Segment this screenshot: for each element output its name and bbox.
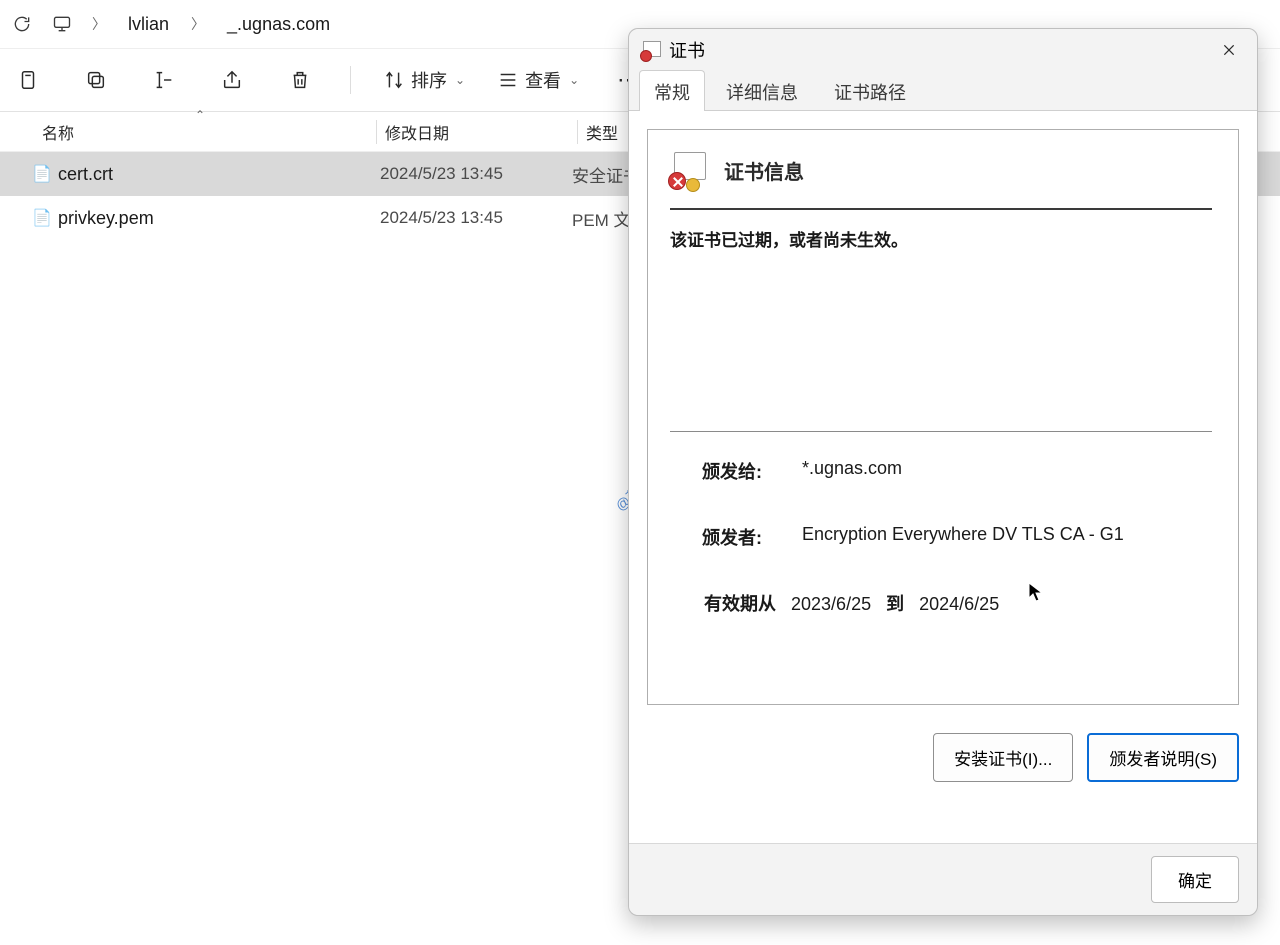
valid-from-label: 有效期从 <box>704 594 776 614</box>
valid-from-value: 2023/6/25 <box>791 594 871 614</box>
sort-label: 排序 <box>411 67 447 93</box>
breadcrumb-item-1[interactable]: lvlian <box>122 14 175 35</box>
chevron-right-icon: 〉 <box>187 14 209 34</box>
dialog-body: 证书信息 该证书已过期，或者尚未生效。 颁发给: *.ugnas.com 颁发者… <box>629 111 1257 843</box>
copy-button[interactable] <box>78 62 114 98</box>
breadcrumb-item-2[interactable]: _.ugnas.com <box>221 14 336 35</box>
install-cert-button[interactable]: 安装证书(I)... <box>933 733 1073 782</box>
share-button[interactable] <box>214 62 250 98</box>
file-modified: 2024/5/23 13:45 <box>380 208 572 228</box>
cert-issued-by-row: 颁发者: Encryption Everywhere DV TLS CA - G… <box>702 524 1212 550</box>
cert-info-heading: 证书信息 <box>724 156 804 185</box>
column-modified[interactable]: 修改日期 <box>385 120 577 144</box>
issued-by-label: 颁发者: <box>702 524 802 550</box>
certificate-info-panel: 证书信息 该证书已过期，或者尚未生效。 颁发给: *.ugnas.com 颁发者… <box>647 129 1239 705</box>
tab-details[interactable]: 详细信息 <box>711 70 813 111</box>
certificate-file-icon: 📄 <box>30 164 54 184</box>
new-button[interactable] <box>10 62 46 98</box>
view-label: 查看 <box>525 67 561 93</box>
refresh-button[interactable] <box>8 10 36 38</box>
dialog-footer: 确定 <box>629 843 1257 915</box>
cert-validity-row: 有效期从 2023/6/25 到 2024/6/25 <box>704 590 1212 616</box>
close-button[interactable] <box>1215 36 1243 64</box>
tab-general[interactable]: 常规 <box>639 70 705 111</box>
toolbar-divider <box>350 66 351 94</box>
dialog-title: 证书 <box>669 37 705 63</box>
issued-to-value: *.ugnas.com <box>802 458 902 484</box>
certificate-icon <box>643 41 661 59</box>
delete-button[interactable] <box>282 62 318 98</box>
cert-issued-to-row: 颁发给: *.ugnas.com <box>702 458 1212 484</box>
issuer-statement-button[interactable]: 颁发者说明(S) <box>1087 733 1239 782</box>
tab-path[interactable]: 证书路径 <box>819 70 921 111</box>
pem-file-icon: 📄 <box>30 208 54 228</box>
cert-action-row: 安装证书(I)... 颁发者说明(S) <box>647 733 1239 782</box>
chevron-right-icon: 〉 <box>88 14 110 34</box>
file-name: cert.crt <box>58 164 380 185</box>
chevron-down-icon: ⌄ <box>569 73 579 87</box>
sort-button[interactable]: 排序 ⌄ <box>383 62 465 98</box>
certificate-error-icon <box>670 152 710 188</box>
pc-icon[interactable] <box>48 10 76 38</box>
issued-by-value: Encryption Everywhere DV TLS CA - G1 <box>802 524 1124 550</box>
column-name[interactable]: 名称 <box>42 120 376 144</box>
sort-indicator-icon: ⌃ <box>195 108 205 122</box>
chevron-down-icon: ⌄ <box>455 73 465 87</box>
view-button[interactable]: 查看 ⌄ <box>497 62 579 98</box>
dialog-titlebar: 证书 <box>629 29 1257 71</box>
valid-to-value: 2024/6/25 <box>919 594 999 614</box>
certificate-dialog: 证书 常规 详细信息 证书路径 证书信息 该证书已过期，或者尚未生效。 颁发给:… <box>628 28 1258 916</box>
file-type: PEM 文 <box>572 206 631 231</box>
valid-to-label: 到 <box>886 594 904 614</box>
rename-button[interactable] <box>146 62 182 98</box>
ok-button[interactable]: 确定 <box>1151 856 1239 903</box>
dialog-tabs: 常规 详细信息 证书路径 <box>629 71 1257 111</box>
file-modified: 2024/5/23 13:45 <box>380 164 572 184</box>
cert-status-message: 该证书已过期，或者尚未生效。 <box>670 226 1212 251</box>
file-name: privkey.pem <box>58 208 380 229</box>
issued-to-label: 颁发给: <box>702 458 802 484</box>
